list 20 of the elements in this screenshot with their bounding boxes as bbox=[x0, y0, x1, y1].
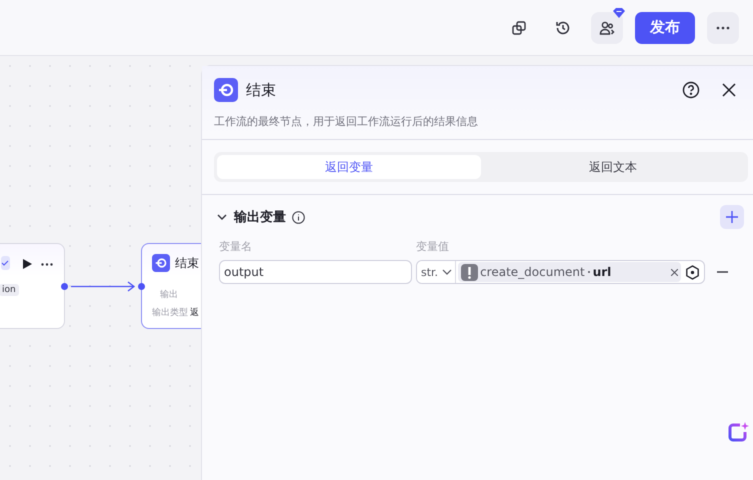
node-field-label: 输出 bbox=[160, 288, 178, 301]
column-header: 变量值 bbox=[416, 239, 450, 254]
node-field-value: 返 bbox=[190, 306, 199, 319]
variable-value-field[interactable]: str. create_document url bbox=[416, 260, 705, 284]
variable-name-field[interactable]: output bbox=[219, 260, 412, 284]
end-node[interactable]: 结束 输出 输出类型 返 bbox=[141, 243, 201, 329]
workflow-node[interactable]: ion bbox=[0, 243, 65, 329]
reference-field-label: url bbox=[592, 265, 612, 279]
node-field-label: 输出类型 bbox=[152, 306, 188, 319]
tab[interactable]: 返回文本 bbox=[481, 155, 745, 179]
node-title: 结束 bbox=[175, 255, 199, 272]
reference-node-label: create_document bbox=[480, 265, 585, 279]
node-tag: ion bbox=[0, 284, 19, 296]
panel-title: 结束 bbox=[246, 80, 277, 100]
section-title: 输出变量 bbox=[234, 208, 286, 226]
type-select[interactable]: str. bbox=[417, 261, 456, 283]
column-header: 变量名 bbox=[219, 239, 253, 254]
tab[interactable]: 返回变量 bbox=[217, 155, 481, 179]
panel-description: 工作流的最终节点，用于返回工作流运行后的结果信息 bbox=[214, 114, 479, 129]
publish-button[interactable]: 发布 bbox=[635, 12, 695, 44]
